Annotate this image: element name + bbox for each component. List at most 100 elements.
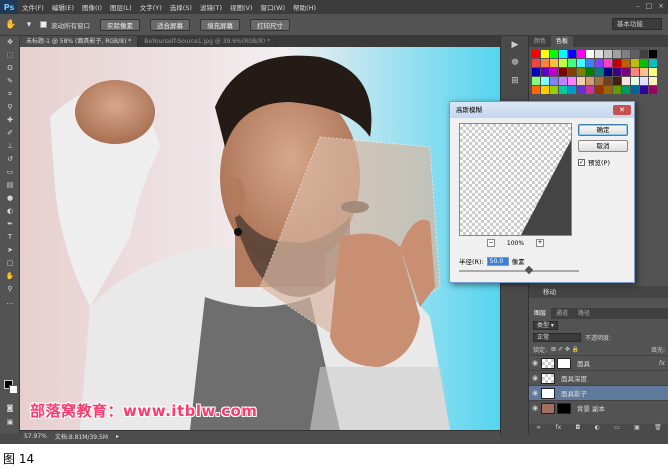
color-swatch[interactable] (595, 77, 603, 85)
layer-row-selected[interactable]: ◉ 面具影子 (529, 385, 668, 400)
tab-paths[interactable]: 路径 (573, 308, 595, 319)
color-swatch[interactable] (649, 86, 657, 94)
color-swatch[interactable] (640, 50, 648, 58)
group-icon[interactable]: ▭ (614, 424, 620, 434)
menu-help[interactable]: 帮助(H) (289, 2, 320, 12)
color-swatch[interactable] (640, 59, 648, 67)
menu-edit[interactable]: 编辑(E) (48, 2, 78, 12)
color-swatch[interactable] (577, 50, 585, 58)
tab-document-2[interactable]: BeYourself-Source1.jpg @ 39.6%(RGB/8) * (138, 36, 278, 47)
move-tool-icon[interactable]: ✥ (0, 36, 20, 49)
layer-style-icon[interactable]: fx (555, 424, 561, 434)
color-swatch[interactable] (577, 59, 585, 67)
styles-icon[interactable]: ⊞ (501, 72, 529, 90)
color-swatch[interactable] (595, 68, 603, 76)
layer-row[interactable]: ◉ 面具深度 (529, 370, 668, 385)
slider-handle[interactable] (524, 265, 533, 275)
preview-checkbox[interactable]: ✓ (578, 158, 585, 166)
color-swatch[interactable] (550, 50, 558, 58)
color-swatch[interactable] (559, 86, 567, 94)
healing-tool-icon[interactable]: ✚ (0, 114, 20, 127)
print-size-button[interactable]: 打印尺寸 (250, 18, 290, 31)
color-swatch[interactable] (613, 59, 621, 67)
zoom-level[interactable]: 57.97% (24, 433, 47, 440)
color-swatch[interactable] (604, 50, 612, 58)
color-swatch[interactable] (604, 59, 612, 67)
crop-tool-icon[interactable]: ⌗ (0, 88, 20, 101)
menu-file[interactable]: 文件(F) (18, 2, 48, 12)
color-swatch[interactable] (568, 86, 576, 94)
color-swatch[interactable] (550, 68, 558, 76)
document-canvas[interactable] (20, 47, 500, 430)
menu-filter[interactable]: 滤镜(T) (196, 2, 226, 12)
color-swatch[interactable] (532, 68, 540, 76)
new-layer-icon[interactable]: ▣ (634, 424, 640, 434)
color-swatch[interactable] (586, 77, 594, 85)
more-tools-icon[interactable]: … (0, 296, 20, 309)
color-swatch[interactable] (586, 68, 594, 76)
history-brush-tool-icon[interactable]: ↺ (0, 153, 20, 166)
color-swatch[interactable] (559, 50, 567, 58)
kind-select[interactable]: 类型 ▾ (533, 320, 558, 330)
color-swatch[interactable] (586, 86, 594, 94)
color-swatch[interactable] (631, 68, 639, 76)
color-swatch[interactable] (622, 77, 630, 85)
zoom-in-button[interactable]: + (536, 239, 544, 247)
fill-screen-button[interactable]: 填充屏幕 (200, 18, 240, 31)
eye-icon[interactable]: ◉ (529, 404, 541, 412)
color-swatch[interactable] (631, 50, 639, 58)
radius-input[interactable]: 50.0 (486, 256, 509, 266)
color-swatch[interactable] (559, 59, 567, 67)
color-swatch[interactable] (568, 50, 576, 58)
chevron-down-icon[interactable]: ▾ (22, 18, 36, 32)
color-swatch[interactable] (568, 59, 576, 67)
zoom-out-button[interactable]: − (487, 239, 495, 247)
quick-mask-icon[interactable]: ◙ (0, 402, 20, 415)
add-mask-icon[interactable]: ◘ (575, 424, 580, 434)
eyedropper-tool-icon[interactable]: ⚲ (0, 101, 20, 114)
gradient-tool-icon[interactable]: ▤ (0, 179, 20, 192)
scroll-all-checkbox[interactable] (40, 21, 47, 28)
color-swatch[interactable] (532, 50, 540, 58)
color-swatch[interactable] (559, 77, 567, 85)
history-item[interactable]: 移动 (529, 286, 668, 298)
color-swatch[interactable] (559, 68, 567, 76)
eye-icon[interactable]: ◉ (529, 359, 541, 367)
dodge-tool-icon[interactable]: ◐ (0, 205, 20, 218)
status-arrow-icon[interactable]: ▸ (116, 433, 119, 440)
color-swatch[interactable] (532, 86, 540, 94)
color-swatch[interactable] (649, 50, 657, 58)
color-swatch[interactable] (568, 68, 576, 76)
color-swatch[interactable] (577, 68, 585, 76)
adjustment-layer-icon[interactable]: ◐ (595, 424, 600, 434)
color-swatch[interactable] (613, 68, 621, 76)
color-swatch[interactable] (622, 86, 630, 94)
blend-mode-select[interactable]: 正常 (533, 332, 581, 342)
radius-slider[interactable] (459, 265, 579, 275)
color-swatch[interactable] (541, 68, 549, 76)
color-swatch[interactable] (640, 68, 648, 76)
background-color-swatch[interactable] (9, 385, 18, 394)
color-swatch[interactable] (631, 59, 639, 67)
color-swatch[interactable] (613, 77, 621, 85)
fx-icon[interactable]: fx (659, 359, 665, 367)
tab-swatches[interactable]: 色板 (551, 36, 574, 47)
tab-channels[interactable]: 通道 (551, 308, 573, 319)
trash-icon[interactable]: 🗑 (654, 424, 662, 434)
zoom-tool-icon[interactable]: ⚲ (0, 283, 20, 296)
color-swatch[interactable] (595, 59, 603, 67)
color-swatch[interactable] (649, 77, 657, 85)
color-swatch[interactable] (541, 50, 549, 58)
color-swatch[interactable] (649, 59, 657, 67)
blur-tool-icon[interactable]: ● (0, 192, 20, 205)
color-swatch[interactable] (622, 68, 630, 76)
fit-screen-button[interactable]: 适合屏幕 (150, 18, 190, 31)
layer-row[interactable]: ◉ 面具 fx (529, 355, 668, 370)
color-swatch[interactable] (631, 86, 639, 94)
color-swatch[interactable] (550, 86, 558, 94)
menu-type[interactable]: 文字(Y) (136, 2, 166, 12)
color-swatch[interactable] (640, 77, 648, 85)
pen-tool-icon[interactable]: ✒ (0, 218, 20, 231)
color-swatch[interactable] (631, 77, 639, 85)
color-swatch[interactable] (550, 59, 558, 67)
